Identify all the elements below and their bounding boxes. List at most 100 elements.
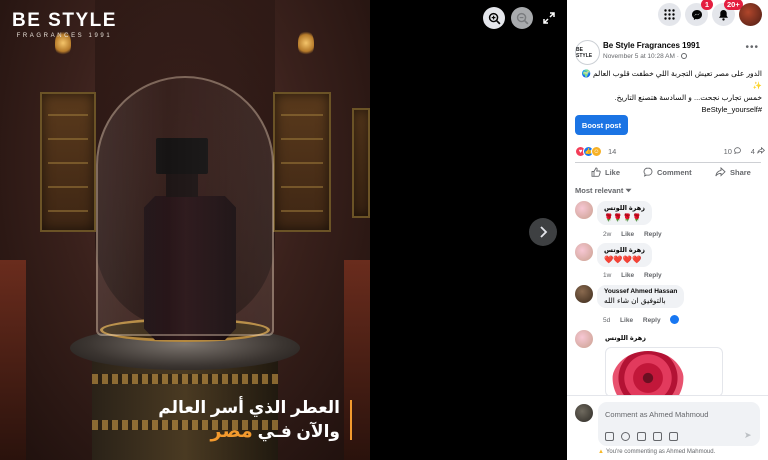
tagline-line-2-start: والآن فـي bbox=[257, 422, 340, 441]
comment-text: ❤️❤️❤️❤️ bbox=[604, 255, 642, 264]
post-photo[interactable]: BE STYLE FRAGRANCES 1991 العطر الذي أسر … bbox=[0, 0, 370, 460]
comment-like-label: Like bbox=[621, 272, 635, 279]
fullscreen-button[interactable] bbox=[538, 7, 560, 29]
commenting-as-text: You're commenting as Ahmed Mahmoud. bbox=[605, 449, 716, 455]
post-text-line-1: الدور على مصر تعيش التجربة اللي خطفت قلو… bbox=[581, 69, 762, 90]
photo-viewer: BE STYLE FRAGRANCES 1991 العطر الذي أسر … bbox=[0, 0, 567, 460]
comment-reply-label: Reply bbox=[642, 317, 661, 324]
menu-button[interactable] bbox=[658, 3, 681, 26]
zoom-out-button[interactable] bbox=[511, 7, 533, 29]
gif-icon[interactable] bbox=[653, 432, 662, 441]
comment-sort-label: Most relevant bbox=[575, 186, 624, 195]
send-icon[interactable]: ➤ bbox=[744, 430, 754, 440]
comment-composer: Comment as Ahmed Mahmoud ➤ ▲ You're comme… bbox=[567, 395, 768, 460]
notifications-button[interactable]: 20+ bbox=[712, 0, 743, 26]
expand-icon bbox=[543, 12, 555, 24]
commenter-avatar[interactable] bbox=[575, 201, 593, 219]
commenter-name[interactable]: زهرة اللوتس bbox=[605, 334, 646, 342]
comment-button[interactable]: Comment bbox=[643, 167, 692, 177]
share-button-label: Share bbox=[730, 167, 751, 177]
composer-avatar[interactable] bbox=[575, 404, 593, 422]
comment-like-reaction-icon bbox=[670, 315, 680, 324]
comment-count-value: 10 bbox=[723, 147, 732, 156]
share-count-icon bbox=[757, 146, 766, 154]
comment-age[interactable]: 1w bbox=[603, 272, 611, 279]
comment-count-icon bbox=[734, 147, 741, 155]
comment-reply-label: Reply bbox=[643, 272, 662, 279]
tagline-line-1: العطر الذي أسر العالم bbox=[158, 398, 340, 417]
comment-age[interactable]: 5d bbox=[603, 317, 610, 324]
glass-dome bbox=[96, 76, 274, 336]
share-button[interactable]: Share bbox=[715, 167, 751, 177]
page-name-link[interactable]: Be Style Fragrances 1991 bbox=[603, 41, 700, 50]
globe-icon bbox=[680, 53, 687, 59]
side-pedestal-right bbox=[344, 260, 370, 460]
commenter-name[interactable]: Youssef Ahmed Hassan bbox=[604, 288, 677, 295]
comment-meta: 2w Like Reply bbox=[603, 231, 670, 238]
comment-input[interactable]: Comment as Ahmed Mahmoud ➤ bbox=[598, 402, 760, 446]
like-button-label: Like bbox=[605, 167, 621, 177]
boost-post-button[interactable]: Boost post bbox=[575, 115, 628, 135]
comment-item: زهرة اللوتس bbox=[575, 330, 761, 400]
comment-like-link[interactable]: Like bbox=[621, 272, 634, 279]
top-bar: 1 20+ bbox=[567, 0, 768, 30]
post-text: الدور على مصر تعيش التجربة اللي خطفت قلو… bbox=[575, 68, 762, 116]
post-timestamp[interactable]: November 5 at 10:28 AM · bbox=[603, 53, 687, 60]
messenger-icon bbox=[691, 9, 702, 20]
brand-subtitle: FRAGRANCES 1991 bbox=[16, 33, 113, 39]
post-stats: ♥ 👍 ☺ 14 10 4 bbox=[575, 146, 766, 158]
post-timestamp-text: November 5 at 10:28 AM · bbox=[603, 53, 679, 60]
share-count[interactable]: 4 bbox=[750, 146, 766, 156]
comment-reply-label: Reply bbox=[643, 231, 662, 238]
like-button[interactable]: Like bbox=[591, 167, 620, 177]
care-reaction-icon: ☺ bbox=[591, 146, 602, 157]
sticker-icon[interactable] bbox=[669, 432, 678, 441]
commenter-avatar[interactable] bbox=[575, 285, 593, 303]
chevron-down-icon bbox=[625, 188, 632, 193]
zoom-in-button[interactable] bbox=[483, 7, 505, 29]
bell-icon bbox=[719, 9, 728, 21]
commenter-avatar[interactable] bbox=[575, 243, 593, 261]
avatar-sticker-icon[interactable] bbox=[605, 432, 614, 441]
comment-like-link[interactable]: Like bbox=[621, 231, 634, 238]
post-header: BE STYLE Be Style Fragrances 1991 Novemb… bbox=[575, 40, 761, 70]
comment-meta: 1w Like Reply bbox=[603, 272, 670, 279]
chevron-right-icon bbox=[540, 226, 548, 238]
thumbs-up-icon bbox=[591, 167, 601, 177]
camera-icon[interactable] bbox=[637, 432, 646, 441]
grid-menu-icon bbox=[664, 9, 675, 20]
messenger-button[interactable]: 1 bbox=[685, 0, 713, 26]
tagline-accent-word: مصر bbox=[210, 421, 253, 442]
side-pedestal-left bbox=[0, 260, 26, 460]
commenter-name[interactable]: زهرة اللوتس bbox=[604, 246, 645, 254]
post-text-line-2: خمس تجارب نجحت... و السادسة هتصنع التاري… bbox=[614, 93, 762, 102]
comment-meta: 5d Like Reply bbox=[603, 315, 687, 324]
comment-button-label: Comment bbox=[657, 167, 692, 177]
comment-sort-dropdown[interactable]: Most relevant bbox=[575, 186, 632, 195]
comment-bubble: Youssef Ahmed Hassan بالتوفيق ان شاء الل… bbox=[597, 285, 685, 308]
post-side-panel: 1 20+ BE STYLE Be Style Fragrances 1991 … bbox=[567, 0, 768, 460]
comment-age[interactable]: 2w bbox=[603, 231, 611, 238]
account-avatar[interactable] bbox=[739, 3, 762, 26]
composer-tools bbox=[605, 432, 678, 441]
comment-item: زهرة اللوتس ❤️❤️❤️❤️ 1w Like Reply bbox=[575, 243, 761, 281]
share-count-value: 4 bbox=[750, 147, 755, 156]
comment-sticker[interactable] bbox=[605, 347, 723, 397]
reaction-count[interactable]: 14 bbox=[608, 147, 616, 156]
commenter-avatar[interactable] bbox=[575, 330, 593, 348]
comment-reply-link[interactable]: Reply bbox=[644, 231, 662, 238]
tagline-accent-bar bbox=[350, 400, 352, 440]
comment-reply-link[interactable]: Reply bbox=[643, 317, 661, 324]
comment-count[interactable]: 10 bbox=[724, 147, 741, 156]
messenger-badge: 1 bbox=[701, 0, 713, 10]
page-avatar[interactable]: BE STYLE bbox=[575, 40, 600, 65]
next-photo-button[interactable] bbox=[529, 218, 557, 246]
commenter-name[interactable]: زهرة اللوتس bbox=[604, 204, 645, 212]
warning-icon: ▲ bbox=[598, 449, 604, 455]
comment-reply-link[interactable]: Reply bbox=[644, 272, 662, 279]
more-options-icon[interactable]: ••• bbox=[745, 42, 759, 53]
comment-like-link[interactable]: Like bbox=[620, 317, 633, 324]
post-actions: Like Comment Share bbox=[575, 162, 761, 182]
emoji-icon[interactable] bbox=[621, 432, 630, 441]
wall-lamp-right bbox=[298, 30, 314, 56]
